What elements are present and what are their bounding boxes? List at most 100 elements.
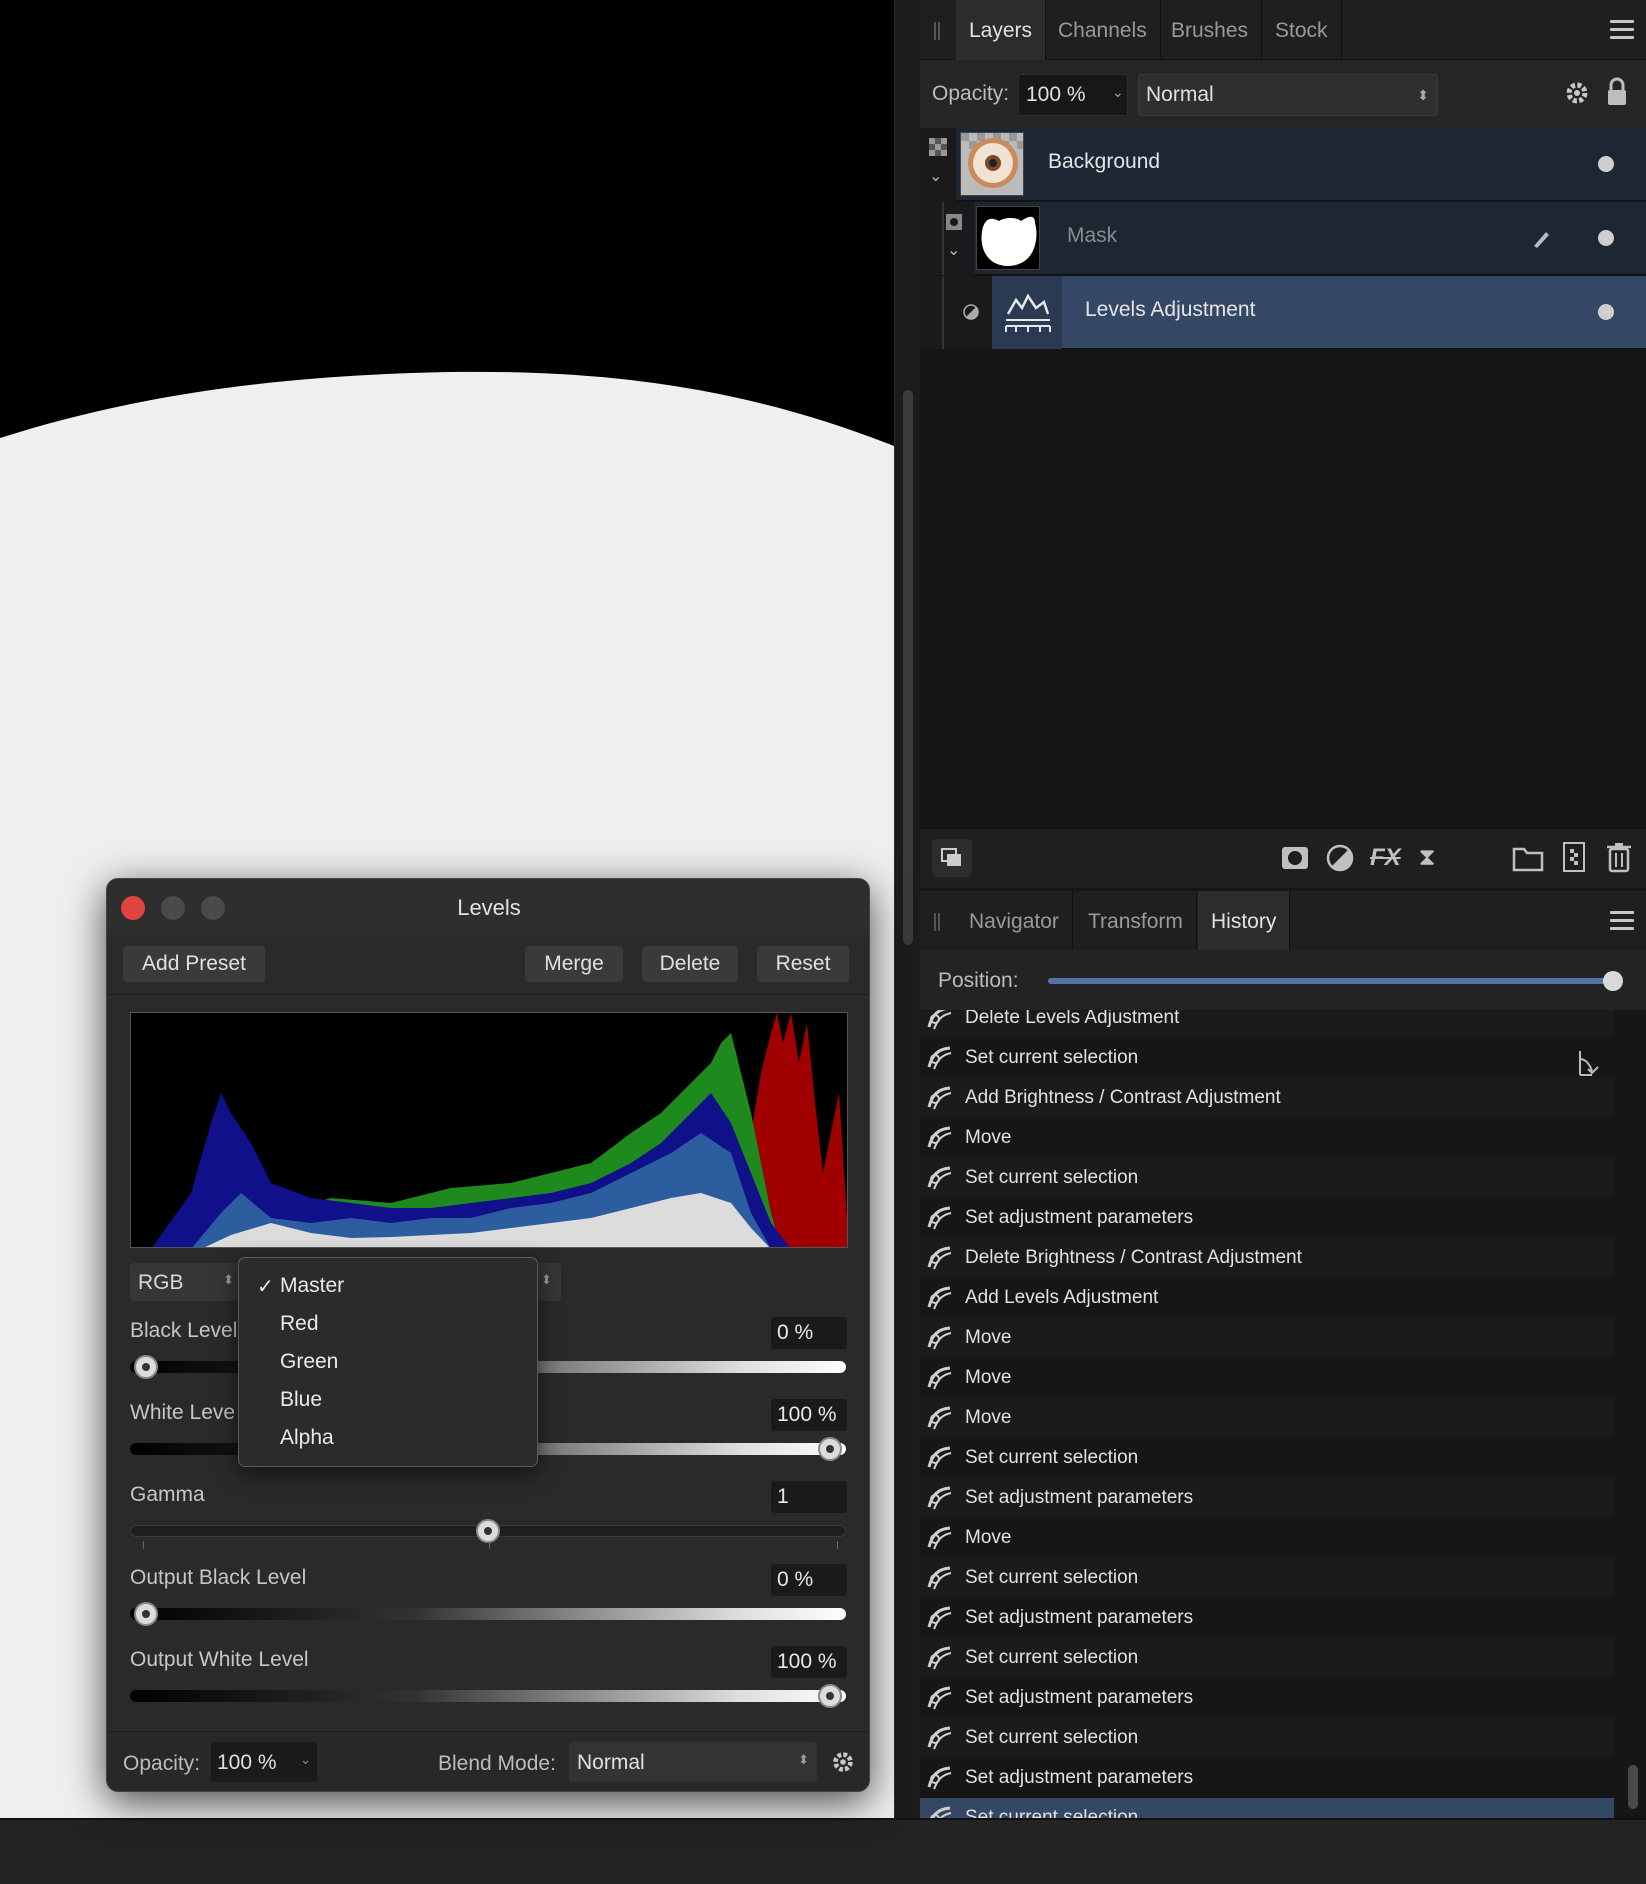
merge-button[interactable]: Merge — [525, 946, 623, 982]
expand-chevron-icon[interactable]: ⌄ — [929, 166, 942, 186]
tab-layers[interactable]: Layers — [956, 0, 1047, 60]
history-item[interactable]: Set current selection — [920, 1638, 1614, 1678]
layer-properties-button[interactable] — [932, 839, 972, 877]
menu-item-red[interactable]: Red — [239, 1304, 537, 1342]
black-level-knob[interactable] — [134, 1355, 158, 1379]
menu-item-blue[interactable]: Blue — [239, 1380, 537, 1418]
delete-button[interactable]: Delete — [642, 946, 738, 982]
history-item[interactable]: Move — [920, 1518, 1614, 1558]
menu-item-master[interactable]: ✓ Master — [239, 1266, 537, 1304]
layers-footer-toolbar: FX ⧗ — [920, 828, 1646, 888]
layer-name-mask: Mask — [1067, 224, 1118, 247]
menu-item-alpha[interactable]: Alpha — [239, 1418, 537, 1456]
white-level-knob[interactable] — [818, 1437, 842, 1461]
history-action-icon — [927, 1566, 952, 1590]
tab-channels[interactable]: Channels — [1045, 0, 1161, 60]
history-item[interactable]: Set current selection — [920, 1158, 1614, 1198]
output-black-level-track[interactable] — [130, 1608, 846, 1620]
opacity-label: Opacity: — [932, 82, 1010, 105]
history-item-label: Set current selection — [965, 1167, 1139, 1188]
history-item[interactable]: Move — [920, 1118, 1614, 1158]
history-item-label: Set adjustment parameters — [965, 1687, 1194, 1708]
position-slider-knob[interactable] — [1603, 971, 1623, 991]
history-item-label: Set adjustment parameters — [965, 1767, 1194, 1788]
menu-item-green[interactable]: Green — [239, 1342, 537, 1380]
history-item[interactable]: Set adjustment parameters — [920, 1198, 1614, 1238]
history-item[interactable]: Set adjustment parameters — [920, 1478, 1614, 1518]
tab-brushes[interactable]: Brushes — [1158, 0, 1263, 60]
tab-navigator[interactable]: Navigator — [956, 891, 1073, 951]
output-black-level-knob[interactable] — [134, 1602, 158, 1626]
opacity-field[interactable]: 100 % ⌄ — [211, 1742, 317, 1782]
white-level-value[interactable]: 100 % — [771, 1399, 847, 1431]
history-item[interactable]: Set current selection — [920, 1558, 1614, 1598]
history-item[interactable]: Move — [920, 1318, 1614, 1358]
trash-icon[interactable] — [1606, 841, 1632, 873]
dialog-titlebar[interactable]: Levels — [107, 879, 869, 937]
channel-select-2[interactable]: ⬍ — [537, 1263, 561, 1301]
canvas-vertical-scrollbar[interactable] — [894, 0, 920, 1818]
gamma-knob[interactable] — [476, 1519, 500, 1543]
gamma-value[interactable]: 1 — [771, 1481, 847, 1513]
gear-icon[interactable] — [829, 1748, 857, 1776]
history-item[interactable]: Move — [920, 1358, 1614, 1398]
history-item[interactable]: Set adjustment parameters — [920, 1598, 1614, 1638]
history-item[interactable]: Delete Levels Adjustment — [920, 1010, 1614, 1038]
scrollbar-thumb[interactable] — [1628, 1765, 1638, 1809]
add-mask-icon[interactable] — [1280, 843, 1310, 873]
history-item[interactable]: Delete Brightness / Contrast Adjustment — [920, 1238, 1614, 1278]
history-item[interactable]: Add Brightness / Contrast Adjustment — [920, 1078, 1614, 1118]
blend-mode-select[interactable]: Normal ⬍ — [1138, 74, 1438, 116]
blend-mode-select[interactable]: Normal ⬍ — [569, 1742, 817, 1782]
add-pixel-layer-icon[interactable] — [1562, 841, 1586, 873]
history-action-icon — [927, 1606, 952, 1630]
history-item[interactable]: Set current selection — [920, 1438, 1614, 1478]
right-studio-panels: Layers Channels Brushes Stock Opacity: 1… — [920, 0, 1646, 1818]
history-item[interactable]: Move — [920, 1398, 1614, 1438]
fx-icon[interactable]: FX — [1370, 843, 1401, 873]
lock-icon[interactable] — [1605, 76, 1629, 108]
history-item[interactable]: Set adjustment parameters — [920, 1758, 1614, 1798]
tab-history[interactable]: History — [1198, 891, 1291, 951]
chevron-down-icon[interactable]: ⌄ — [1112, 84, 1124, 101]
history-action-icon — [927, 1766, 952, 1790]
panel-menu-icon[interactable] — [1610, 911, 1634, 931]
tab-stock[interactable]: Stock — [1262, 0, 1342, 60]
gear-icon[interactable] — [1562, 78, 1592, 108]
history-item[interactable]: Set adjustment parameters — [920, 1678, 1614, 1718]
visibility-toggle[interactable] — [1598, 304, 1614, 320]
tab-transform[interactable]: Transform — [1075, 891, 1197, 951]
black-level-value[interactable]: 0 % — [771, 1317, 847, 1349]
scrollbar-thumb[interactable] — [903, 390, 913, 945]
dialog-title: Levels — [457, 895, 521, 920]
visibility-toggle[interactable] — [1598, 156, 1614, 172]
output-white-level-track[interactable] — [130, 1690, 846, 1702]
history-scrollbar[interactable] — [1622, 1010, 1646, 1818]
menu-item-label: Master — [280, 1274, 345, 1297]
add-preset-button[interactable]: Add Preset — [123, 946, 265, 982]
expand-chevron-icon[interactable]: ⌄ — [947, 240, 960, 260]
history-item[interactable]: Set current selection — [920, 1718, 1614, 1758]
adjustment-layer-icon[interactable] — [1325, 843, 1355, 873]
output-white-level-knob[interactable] — [818, 1684, 842, 1708]
position-slider-track[interactable] — [1048, 978, 1618, 984]
reset-button[interactable]: Reset — [757, 946, 849, 982]
panel-grip[interactable] — [934, 22, 940, 40]
layer-row-mask[interactable]: ⌄ Mask — [920, 202, 1646, 275]
panel-menu-icon[interactable] — [1610, 20, 1634, 40]
layers-stack-icon — [941, 848, 961, 866]
history-item[interactable]: Add Levels Adjustment — [920, 1278, 1614, 1318]
history-item-label: Set current selection — [965, 1567, 1139, 1588]
group-folder-icon[interactable] — [1512, 843, 1544, 873]
output-white-level-value[interactable]: 100 % — [771, 1646, 847, 1678]
channel-select[interactable]: RGB ⬍ — [130, 1263, 240, 1301]
visibility-toggle[interactable] — [1598, 230, 1614, 246]
history-item[interactable]: Set current selection — [920, 1038, 1614, 1078]
snapshot-flag-icon[interactable] — [1576, 1047, 1604, 1079]
layer-row-levels-adjustment[interactable]: Levels Adjustment — [920, 276, 1646, 349]
panel-grip[interactable] — [934, 913, 940, 931]
history-item[interactable]: Set current selection — [920, 1798, 1614, 1818]
live-filter-icon[interactable]: ⧗ — [1412, 843, 1442, 873]
layer-row-background[interactable]: ⌄ Background — [920, 128, 1646, 201]
output-black-level-value[interactable]: 0 % — [771, 1564, 847, 1596]
